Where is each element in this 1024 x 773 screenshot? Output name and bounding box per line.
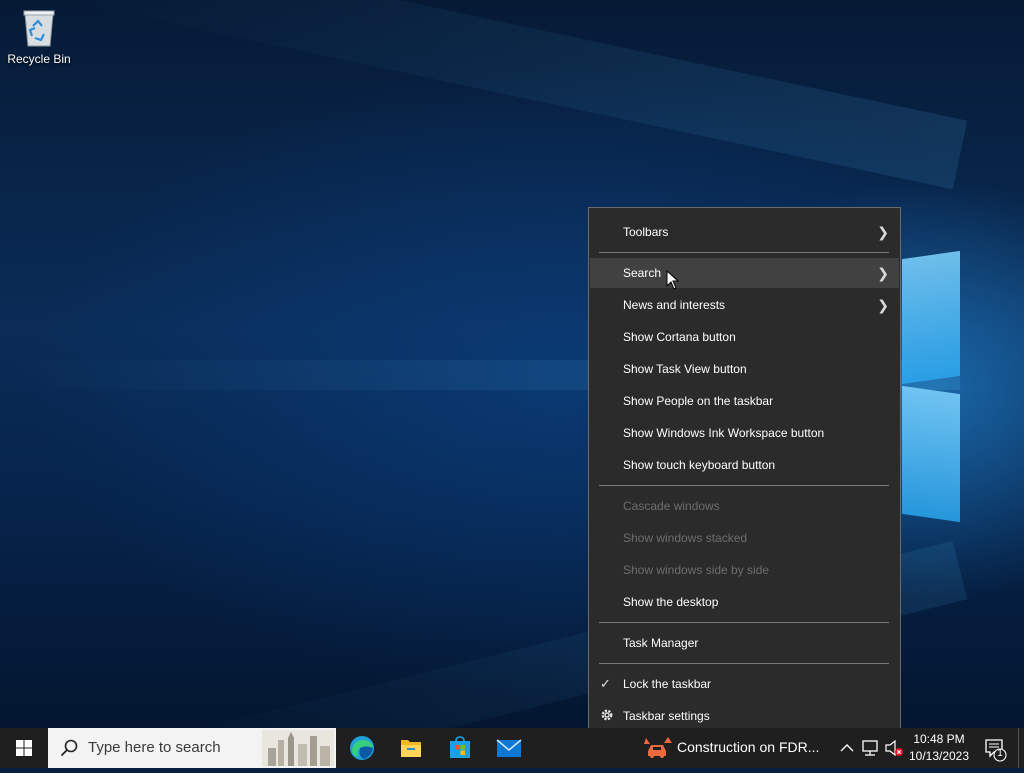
- news-and-interests-widget[interactable]: Construction on FDR...: [640, 728, 830, 768]
- menu-item-label: Toolbars: [623, 225, 669, 239]
- menu-item-label: Show People on the taskbar: [623, 394, 774, 408]
- menu-item-label: Show touch keyboard button: [623, 458, 776, 472]
- menu-item-cascade-windows: Cascade windows: [590, 491, 899, 521]
- taskbar[interactable]: Type here to search Construction on FDR.…: [0, 728, 1024, 768]
- menu-separator: [599, 252, 889, 253]
- start-button[interactable]: [0, 728, 48, 768]
- microsoft-store-icon: [450, 736, 470, 758]
- show-desktop-button[interactable]: [1018, 728, 1024, 768]
- menu-item-toolbars[interactable]: Toolbars ❯: [590, 217, 899, 247]
- show-hidden-icons-button[interactable]: [835, 728, 859, 768]
- mouse-cursor-icon: [666, 270, 680, 290]
- checkmark-icon: ✓: [600, 676, 611, 691]
- menu-item-label: Show the desktop: [623, 595, 719, 609]
- notification-icon: [985, 739, 1007, 762]
- menu-item-label: Task Manager: [623, 636, 699, 650]
- chevron-right-icon: ❯: [877, 265, 889, 281]
- search-placeholder: Type here to search: [88, 739, 221, 756]
- news-headline: Construction on FDR...: [677, 739, 820, 755]
- taskbar-clock[interactable]: 10:48 PM 10/13/2023: [906, 731, 972, 765]
- gear-icon: [600, 701, 614, 731]
- menu-item-show-windows-side-by-side: Show windows side by side: [590, 555, 899, 585]
- action-center-button[interactable]: 1: [980, 728, 1010, 768]
- taskbar-app-edge[interactable]: [338, 728, 386, 768]
- notification-count-badge: 1: [997, 748, 1003, 759]
- clock-time: 10:48 PM: [913, 732, 965, 746]
- menu-item-show-people[interactable]: Show People on the taskbar: [590, 386, 899, 416]
- menu-separator: [599, 622, 889, 623]
- menu-item-show-the-desktop[interactable]: Show the desktop: [590, 587, 899, 617]
- file-explorer-icon: [401, 740, 421, 757]
- menu-item-label: Taskbar settings: [623, 709, 710, 723]
- windows-logo-icon: [16, 740, 32, 756]
- recycle-bin-icon: [21, 8, 57, 48]
- menu-item-lock-the-taskbar[interactable]: ✓ Lock the taskbar: [590, 669, 899, 699]
- mail-icon: [496, 739, 522, 757]
- menu-item-label: Show windows side by side: [623, 563, 770, 577]
- network-button[interactable]: [859, 728, 883, 768]
- menu-item-task-manager[interactable]: Task Manager: [590, 628, 899, 658]
- menu-item-label: Cascade windows: [623, 499, 720, 513]
- menu-item-label: Show Windows Ink Workspace button: [623, 426, 825, 440]
- menu-item-news-and-interests[interactable]: News and interests ❯: [590, 290, 899, 320]
- chevron-up-icon: [840, 744, 854, 752]
- menu-item-show-cortana-button[interactable]: Show Cortana button: [590, 322, 899, 352]
- desktop-icon-recycle-bin[interactable]: Recycle Bin: [6, 6, 72, 66]
- chevron-right-icon: ❯: [877, 224, 889, 240]
- menu-item-show-windows-stacked: Show windows stacked: [590, 523, 899, 553]
- menu-item-label: Show Cortana button: [623, 330, 736, 344]
- menu-item-label: Lock the taskbar: [623, 677, 712, 691]
- wallpaper-beam: [72, 0, 968, 190]
- wallpaper-logo-pane: [902, 385, 960, 523]
- chevron-right-icon: ❯: [877, 297, 889, 313]
- edge-icon: [350, 736, 374, 760]
- menu-item-show-touch-keyboard[interactable]: Show touch keyboard button: [590, 450, 899, 480]
- taskbar-app-microsoft-store[interactable]: [436, 728, 484, 768]
- traffic-alert-icon: [644, 737, 672, 758]
- menu-item-label: Show Task View button: [623, 362, 747, 376]
- taskbar-context-menu: Toolbars ❯ Search ❯ News and interests ❯…: [588, 207, 901, 741]
- search-highlight-city-icon: [262, 730, 334, 766]
- taskbar-app-file-explorer[interactable]: [387, 728, 435, 768]
- network-icon: [862, 740, 878, 756]
- wallpaper-logo-pane: [902, 250, 960, 385]
- menu-item-taskbar-settings[interactable]: Taskbar settings: [590, 701, 899, 731]
- taskbar-search-box[interactable]: Type here to search: [48, 728, 336, 768]
- menu-item-show-ink-workspace[interactable]: Show Windows Ink Workspace button: [590, 418, 899, 448]
- clock-date: 10/13/2023: [908, 749, 970, 763]
- menu-item-search[interactable]: Search ❯: [590, 258, 899, 288]
- desktop-icon-label: Recycle Bin: [7, 52, 71, 66]
- menu-item-show-task-view-button[interactable]: Show Task View button: [590, 354, 899, 384]
- menu-separator: [599, 485, 889, 486]
- volume-muted-icon: [885, 739, 903, 757]
- menu-separator: [599, 663, 889, 664]
- menu-item-label: News and interests: [623, 298, 726, 312]
- search-icon: [60, 739, 78, 757]
- menu-item-label: Show windows stacked: [623, 531, 748, 545]
- taskbar-app-mail[interactable]: [485, 728, 533, 768]
- volume-button[interactable]: [882, 728, 906, 768]
- menu-item-label: Search: [623, 266, 662, 280]
